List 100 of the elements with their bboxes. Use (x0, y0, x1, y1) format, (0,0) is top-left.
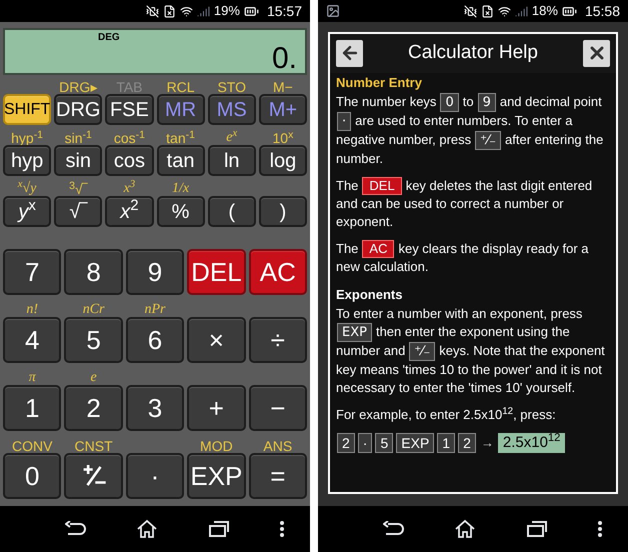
calculator-key[interactable]: FSE (105, 94, 154, 125)
calculator-key[interactable]: 2 (64, 385, 123, 431)
calculator-key[interactable]: 0 (3, 453, 62, 499)
plus-minus-key[interactable] (64, 453, 123, 499)
calculator-key[interactable]: 1 (3, 385, 62, 431)
arrow-symbol: → (480, 434, 494, 451)
back-icon[interactable] (64, 521, 87, 537)
battery-percent: 19% (214, 2, 240, 20)
battery-percent: 18% (532, 2, 558, 20)
calculator-key[interactable]: × (187, 317, 246, 363)
angle-mode: DEG (98, 32, 120, 44)
home-icon[interactable] (136, 519, 158, 539)
result-display: 2.5x10$^{12}$ (498, 432, 566, 452)
calculator-key[interactable]: ) (258, 196, 307, 227)
shift-function-label: M− (272, 80, 293, 94)
key-chip: 5 (375, 432, 394, 452)
recent-apps-icon[interactable] (526, 520, 548, 538)
calculator-key[interactable]: MS (208, 94, 256, 125)
close-button[interactable] (583, 40, 610, 67)
calculator-key[interactable]: ln (208, 145, 256, 176)
calculator-key[interactable]: + (187, 385, 246, 431)
shift-function-label: nPr (144, 303, 166, 317)
calculator-key[interactable]: 6 (126, 317, 184, 363)
key-chip: 2 (337, 432, 355, 452)
calculator-key[interactable]: DRG (54, 94, 102, 125)
calculator-key[interactable]: EXP (187, 453, 246, 499)
calculator-key[interactable]: SHIFT (3, 94, 52, 125)
calculator-key[interactable]: = (248, 453, 307, 499)
calculator-key[interactable]: DEL (187, 249, 246, 295)
calculator-key[interactable]: MR (156, 94, 205, 125)
help-paragraph: To enter a number with an exponent, press EXP then enter the exponent using the number and ⁺⁄₋ keys. Note that the exponent key means 'times 10 to the power' and it is not necessary to enter the 'times 10' yourself. (336, 304, 606, 396)
calculator-key[interactable]: 9 (126, 249, 184, 295)
help-paragraph: The DEL key deletes the last digit entered and can be used to correct a number or exponent. (336, 176, 594, 230)
dialog-title: Calculator Help (407, 41, 539, 65)
more-options-icon[interactable] (597, 520, 604, 538)
sim-card-icon (480, 4, 494, 18)
help-paragraph: The number keys 0 to 9 and decimal point · are used to enter numbers. To enter a negative number, press ⁺⁄₋ after entering the number. (336, 92, 604, 168)
key-chip: 2 (458, 432, 476, 452)
calculator-key[interactable]: 7 (3, 249, 62, 295)
key-chip: 1 (437, 432, 456, 452)
image-icon (326, 4, 340, 18)
shift-function-label: RCL (166, 80, 195, 94)
calculator-key[interactable]: cos (105, 145, 154, 176)
section-heading: Exponents (336, 286, 404, 302)
calculator-key[interactable]: 5 (64, 317, 123, 363)
shift-function-label: 10$^{x}$ (272, 131, 294, 145)
calculator-key[interactable]: 4 (3, 317, 62, 363)
back-icon[interactable] (382, 521, 405, 537)
calculator-key[interactable]: AC (248, 249, 307, 295)
wifi-icon (498, 4, 511, 18)
recent-apps-icon[interactable] (208, 520, 230, 538)
calculator-key[interactable]: · (126, 453, 184, 499)
shift-function-label: cos$^{-1}$ (114, 131, 145, 145)
home-icon[interactable] (454, 519, 476, 539)
help-paragraph: For example, to enter 2.5x10$^{12}$, press: (336, 406, 557, 424)
calculator-key[interactable]: √‾ (54, 196, 102, 227)
key-chip: · (358, 432, 372, 452)
calculator-key[interactable]: hyp (3, 145, 52, 176)
shift-function-label: STO (217, 80, 246, 94)
shift-function-label: CNST (74, 439, 113, 453)
calculator-key[interactable]: − (248, 385, 307, 431)
section-heading: Number Entry (336, 74, 423, 90)
calculator-key[interactable]: sin (54, 145, 102, 176)
clock: 15:57 (266, 2, 302, 20)
calculator-key[interactable]: ( (208, 196, 256, 227)
display-value: 0. (272, 44, 297, 74)
calculator-key[interactable]: 8 (64, 249, 123, 295)
key-chip: EXP (396, 432, 434, 452)
shift-function-label: ANS (263, 439, 292, 453)
back-button[interactable] (336, 40, 363, 67)
shift-function-label: π (28, 371, 36, 385)
vibrate-off-icon (146, 4, 159, 18)
calculator-key[interactable]: M+ (258, 94, 307, 125)
shift-function-label: 1/x (172, 182, 190, 196)
calculator-key[interactable]: % (156, 196, 205, 227)
more-options-icon[interactable] (279, 520, 286, 538)
shift-function-label: nCr (82, 303, 104, 317)
shift-function-label: e$^{x}$ (226, 131, 238, 145)
signal-icon (514, 4, 528, 18)
clock: 15:58 (584, 2, 620, 20)
calculator-key[interactable]: y$^{x}$ (3, 196, 52, 227)
shift-function-label: MOD (200, 439, 233, 453)
help-paragraph: The AC key clears the display ready for a new calculation. (336, 240, 590, 276)
wifi-icon (180, 4, 193, 18)
calculator-key[interactable]: 3 (126, 385, 184, 431)
sim-card-icon (162, 4, 176, 18)
shift-function-label: sin$^{-1}$ (64, 131, 92, 145)
shift-function-label: hyp$^{-1}$ (11, 131, 44, 145)
shift-function-label: tan$^{-1}$ (166, 131, 195, 145)
shift-function-label: $^{x}$√y (18, 182, 36, 196)
shift-function-label: x$^{3}$ (124, 182, 136, 196)
calculator-key[interactable]: ÷ (248, 317, 307, 363)
shift-function-label: $^{3}$√‾ (69, 182, 88, 196)
shift-function-label: CONV (12, 439, 52, 453)
calculator-key[interactable]: tan (156, 145, 205, 176)
shift-function-label: e (90, 371, 97, 385)
calculator-key[interactable]: log (258, 145, 307, 176)
shift-function-label: n! (26, 303, 38, 317)
calculator-key[interactable]: x$^{2}$ (105, 196, 154, 227)
vibrate-off-icon (464, 4, 477, 18)
